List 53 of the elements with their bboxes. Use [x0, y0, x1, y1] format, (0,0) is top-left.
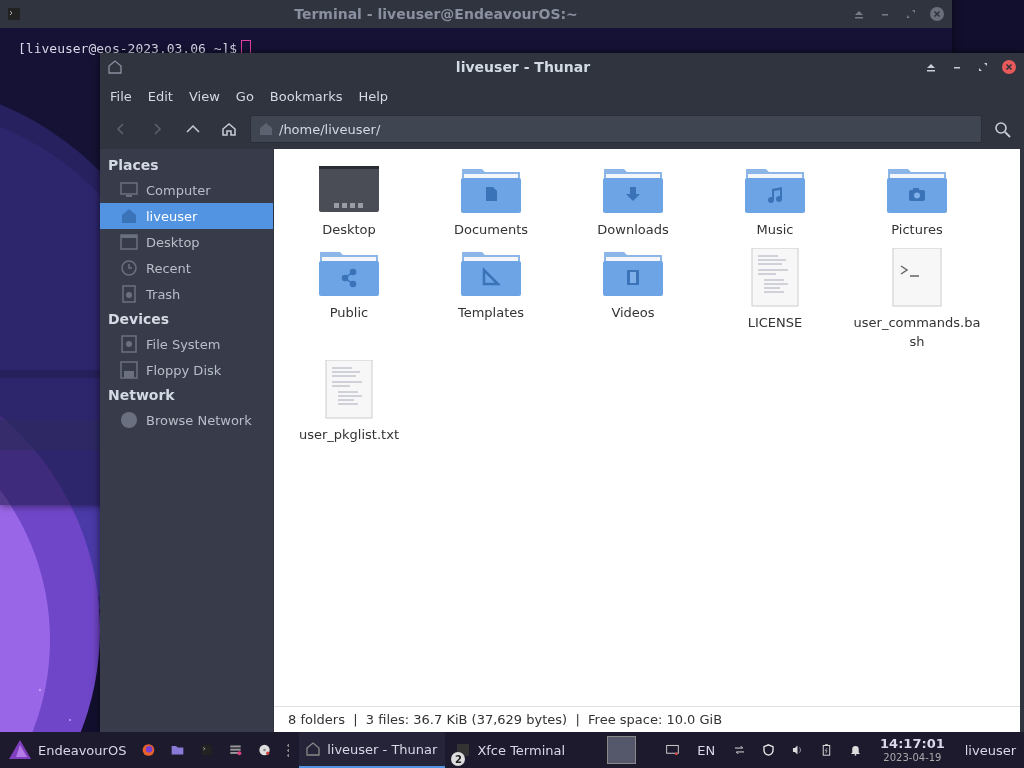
menu-item[interactable]: Go	[227, 86, 262, 106]
home-icon	[120, 207, 138, 225]
drive-icon	[120, 335, 138, 353]
sidebar-item[interactable]: Computer	[100, 177, 273, 203]
sidebar-item[interactable]: Floppy Disk	[100, 357, 273, 383]
menu-item[interactable]: Edit	[139, 86, 181, 106]
sidebar-heading: Network	[107, 386, 176, 405]
taskbar-button[interactable]: Xfce Terminal 2	[449, 732, 574, 768]
file-name[interactable]: Music	[709, 221, 841, 240]
window-title: Terminal - liveuser@EndeavourOS:~	[293, 6, 579, 22]
computer-icon	[120, 181, 138, 199]
file-name[interactable]: Downloads	[567, 221, 699, 240]
menu-item[interactable]: Help	[350, 86, 397, 106]
file-name[interactable]: Pictures	[851, 221, 983, 240]
sidebar-item[interactable]: Recent	[100, 255, 273, 281]
recent-icon	[120, 259, 138, 277]
close-icon[interactable]	[930, 7, 944, 21]
maximize-icon[interactable]	[976, 60, 990, 74]
menu-item[interactable]: View	[180, 86, 228, 106]
location-field[interactable]: /home/liveuser/	[250, 115, 982, 143]
sidebar-item[interactable]: Trash	[100, 281, 273, 307]
window-count-badge: 2	[451, 752, 466, 766]
desktop-folder-icon	[318, 165, 380, 215]
taskbar-button[interactable]: liveuser - Thunar	[299, 732, 446, 768]
floppy-icon	[120, 361, 138, 379]
home-icon	[259, 122, 273, 136]
workspace-pager[interactable]	[607, 736, 637, 764]
home-icon	[108, 60, 122, 74]
file-name[interactable]: user_pkglist.txt	[283, 425, 415, 445]
sidebar-heading: Devices	[107, 310, 171, 329]
triangle-logo-icon	[8, 739, 32, 761]
sidebar-item[interactable]: File System	[100, 331, 273, 357]
menu-item[interactable]: Bookmarks	[261, 86, 351, 106]
sidebar-heading: Places	[107, 156, 160, 175]
file-name[interactable]: Public	[283, 303, 415, 323]
menu-item[interactable]: File	[102, 86, 140, 106]
user-name[interactable]: liveuser	[956, 742, 1024, 758]
app-menu-button[interactable]: EndeavourOS	[0, 732, 133, 768]
sidebar-item[interactable]: Desktop	[100, 229, 273, 255]
home-icon	[305, 741, 322, 757]
window-title: liveuser - Thunar	[454, 59, 592, 75]
sidebar-item[interactable]: Browse Network	[100, 407, 273, 433]
clock[interactable]: 14:17:01 2023-04-19	[872, 737, 953, 763]
file-name[interactable]: Videos	[567, 303, 699, 323]
file-name[interactable]: Templates	[425, 303, 557, 323]
close-icon[interactable]	[1002, 60, 1016, 74]
file-name[interactable]: Documents	[425, 221, 557, 240]
keyboard-layout[interactable]: EN	[689, 742, 724, 758]
file-name[interactable]: user_commands.bash	[851, 313, 983, 352]
terminal-icon	[8, 8, 20, 20]
desktop-icon	[120, 233, 138, 251]
file-name[interactable]: Desktop	[283, 221, 415, 240]
file-name[interactable]: LICENSE	[709, 313, 841, 333]
